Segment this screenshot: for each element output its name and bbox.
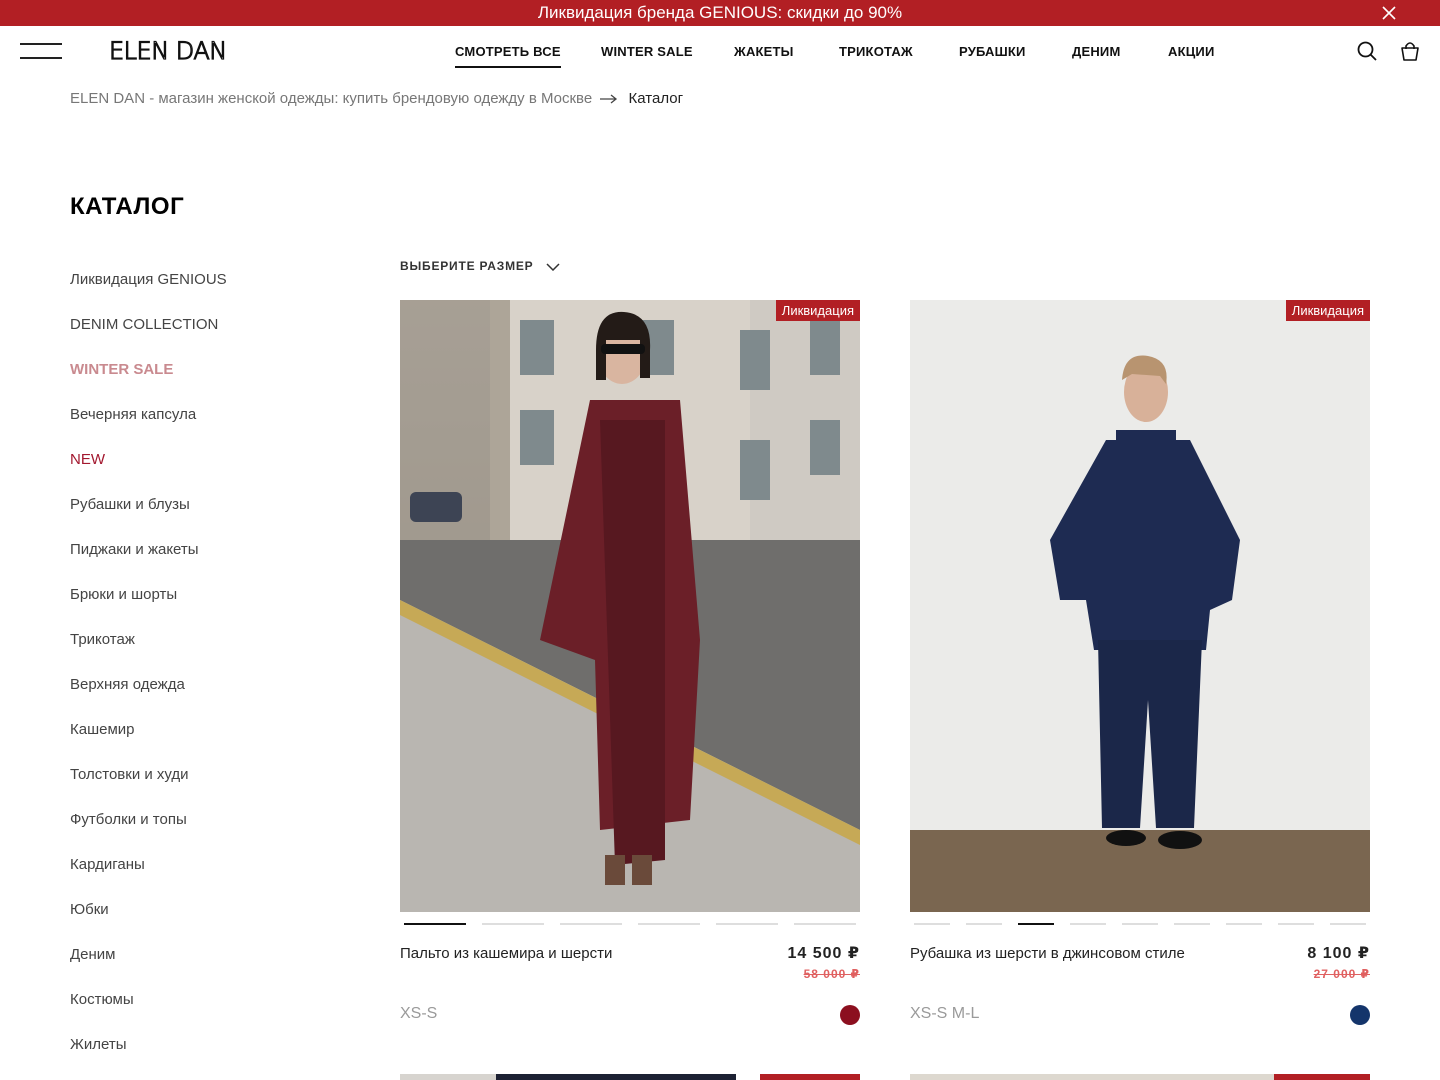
sidebar-item-genious[interactable]: Ликвидация GENIOUS [70, 270, 370, 315]
slider-dot[interactable] [1070, 923, 1106, 925]
slider-dot[interactable] [1018, 923, 1054, 925]
sidebar-item-trousers[interactable]: Брюки и шорты [70, 585, 370, 630]
slider-dot[interactable] [716, 923, 778, 925]
chevron-down-icon [546, 263, 560, 271]
promo-bar: Ликвидация бренда GENIOUS: скидки до 90% [0, 0, 1440, 26]
color-swatch[interactable] [1350, 1005, 1370, 1025]
product-card: Ликвидация Пальто из кашемира и шерсти 1… [400, 300, 860, 1025]
nav-item-jackets[interactable]: ЖАКЕТЫ [734, 44, 794, 59]
sidebar-item-outerwear[interactable]: Верхняя одежда [70, 675, 370, 720]
nav-item-shirts[interactable]: РУБАШКИ [959, 44, 1026, 59]
next-product-peek [910, 1074, 1370, 1080]
product-price: 8 100 ₽ [1307, 945, 1370, 962]
product-photo[interactable]: Ликвидация [400, 300, 860, 912]
slider-dot[interactable] [560, 923, 622, 925]
sidebar-item-cashmere[interactable]: Кашемир [70, 720, 370, 765]
sidebar-item-hoodies[interactable]: Толстовки и худи [70, 765, 370, 810]
size-filter-label: ВЫБЕРИТЕ РАЗМЕР [400, 259, 534, 273]
slider-dot[interactable] [794, 923, 856, 925]
slider-dot[interactable] [1122, 923, 1158, 925]
product-card: Ликвидация Рубашка из шерсти в джинсовом… [910, 300, 1370, 1025]
main-nav: СМОТРЕТЬ ВСЕ WINTER SALE ЖАКЕТЫ ТРИКОТАЖ… [0, 26, 1440, 78]
product-image [400, 300, 860, 912]
slider-dot[interactable] [1174, 923, 1210, 925]
breadcrumb-home[interactable]: ELEN DAN - магазин женской одежды: купит… [70, 90, 592, 107]
slider-dot[interactable] [638, 923, 700, 925]
slider-dots [910, 922, 1370, 926]
search-icon[interactable] [1356, 40, 1378, 62]
category-sidebar: Ликвидация GENIOUS DENIM COLLECTION WINT… [70, 270, 370, 1080]
product-sizes: XS-S [400, 1005, 438, 1022]
nav-item-view-all[interactable]: СМОТРЕТЬ ВСЕ [455, 44, 561, 68]
product-badge: Ликвидация [775, 300, 860, 321]
slider-dot[interactable] [1226, 923, 1262, 925]
slider-dots [400, 922, 860, 926]
product-name[interactable]: Пальто из кашемира и шерсти [400, 945, 612, 962]
nav-item-denim[interactable]: ДЕНИМ [1072, 44, 1121, 59]
sidebar-item-vests[interactable]: Жилеты [70, 1035, 370, 1080]
size-filter-dropdown[interactable]: ВЫБЕРИТЕ РАЗМЕР [400, 259, 560, 273]
slider-dot[interactable] [1330, 923, 1366, 925]
arrow-right-icon [600, 94, 618, 104]
product-sizes: XS-S M-L [910, 1005, 980, 1022]
product-image [910, 300, 1370, 912]
sidebar-item-tshirts[interactable]: Футболки и топы [70, 810, 370, 855]
slider-dot[interactable] [482, 923, 544, 925]
sidebar-item-winter-sale[interactable]: WINTER SALE [70, 360, 370, 405]
slider-dot[interactable] [966, 923, 1002, 925]
product-old-price: 27 000 ₽ [1313, 967, 1370, 981]
next-product-peek [400, 1074, 860, 1080]
breadcrumb: ELEN DAN - магазин женской одежды: купит… [70, 90, 683, 107]
product-name[interactable]: Рубашка из шерсти в джинсовом стиле [910, 945, 1185, 962]
nav-item-knitwear[interactable]: ТРИКОТАЖ [839, 44, 913, 59]
bag-icon[interactable] [1399, 40, 1421, 62]
product-badge: Ликвидация [1285, 300, 1370, 321]
site-header: ELEN DAN СМОТРЕТЬ ВСЕ WINTER SALE ЖАКЕТЫ… [0, 26, 1440, 78]
sidebar-item-suits[interactable]: Костюмы [70, 990, 370, 1035]
sidebar-item-skirts[interactable]: Юбки [70, 900, 370, 945]
sidebar-item-jackets[interactable]: Пиджаки и жакеты [70, 540, 370, 585]
close-icon[interactable] [1380, 4, 1398, 22]
slider-dot[interactable] [404, 923, 466, 925]
sidebar-item-denim-collection[interactable]: DENIM COLLECTION [70, 315, 370, 360]
sidebar-item-shirts[interactable]: Рубашки и блузы [70, 495, 370, 540]
nav-item-winter-sale[interactable]: WINTER SALE [601, 44, 693, 59]
nav-item-sales[interactable]: АКЦИИ [1168, 44, 1215, 59]
product-price: 14 500 ₽ [787, 945, 860, 962]
promo-text[interactable]: Ликвидация бренда GENIOUS: скидки до 90% [538, 3, 902, 22]
page-title: КАТАЛОГ [70, 193, 185, 220]
breadcrumb-current: Каталог [628, 90, 684, 107]
slider-dot[interactable] [1278, 923, 1314, 925]
product-photo[interactable]: Ликвидация [910, 300, 1370, 912]
slider-dot[interactable] [914, 923, 950, 925]
product-old-price: 58 000 ₽ [803, 967, 860, 981]
sidebar-item-cardigans[interactable]: Кардиганы [70, 855, 370, 900]
sidebar-item-knitwear[interactable]: Трикотаж [70, 630, 370, 675]
color-swatch[interactable] [840, 1005, 860, 1025]
sidebar-item-denim[interactable]: Деним [70, 945, 370, 990]
sidebar-item-evening[interactable]: Вечерняя капсула [70, 405, 370, 450]
sidebar-item-new[interactable]: NEW [70, 450, 370, 495]
